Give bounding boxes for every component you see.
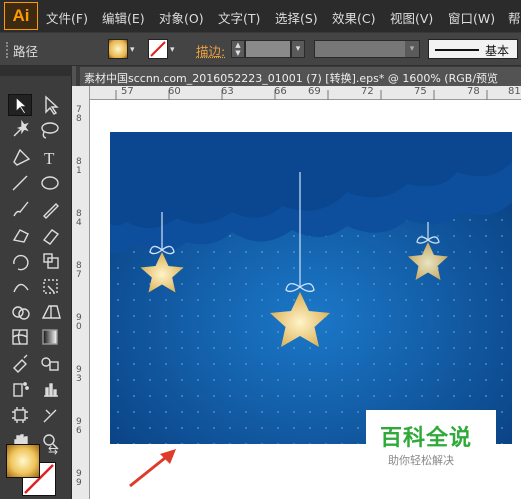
document-tab[interactable]: 素材中国sccnn.com_2016052223_01001 (7) [转换].… [80,67,521,86]
artboard-tool-icon[interactable] [12,407,28,423]
perspective-grid-tool-icon[interactable] [41,305,61,319]
tools-panel: T ⇆ [0,66,72,499]
watermark-title: 百科全说 [380,426,473,451]
menu-view[interactable]: 视图(V) [390,8,433,27]
ruler-tick-label: 81 [508,86,521,97]
gradient-tool-icon[interactable] [42,329,58,345]
eraser-tool-icon[interactable] [42,229,60,245]
ruler-tick-label: 69 [308,86,321,97]
brush-stroke-preview [435,49,479,51]
brush-name: 基本 [485,44,510,58]
menu-help[interactable]: 帮 [508,8,521,27]
vertical-ruler[interactable]: 78 81 84 87 90 93 96 99 [72,86,90,499]
ruler-tick-label: 99 [76,469,82,488]
ruler-ticks [115,90,488,100]
ruler-tick-label: 90 [76,313,82,332]
lasso-tool-icon[interactable] [41,122,59,139]
horizontal-ruler[interactable]: 57 60 63 66 69 72 75 78 81 [76,86,521,100]
column-graph-tool-icon[interactable] [44,383,58,397]
stroke-label[interactable]: 描边: [196,41,225,60]
blob-brush-tool-icon[interactable] [12,229,29,243]
paintbrush-tool-icon[interactable] [13,201,29,217]
menu-file[interactable]: 文件(F) [46,8,88,27]
menu-object[interactable]: 对象(O) [159,8,204,27]
watermark-subtitle: 助你轻松解决 [388,454,454,467]
tool-icons: T [12,95,61,450]
slice-tool-icon[interactable] [43,409,57,423]
ruler-tick-label: 60 [168,86,181,97]
ruler-tick-label: 84 [76,209,82,228]
ruler-tick-label: 87 [76,261,82,280]
pen-tool-icon[interactable] [13,148,31,166]
stroke-weight-stepper[interactable]: ▲ ▼ [231,40,245,58]
ruler-tick-label: 57 [121,86,134,97]
menu-select[interactable]: 选择(S) [275,8,318,27]
no-stroke-icon [150,41,166,57]
menu-type[interactable]: 文字(T) [218,8,260,27]
ruler-tick-label: 63 [221,86,234,97]
pencil-tool-icon[interactable] [43,203,59,219]
variable-width-profile-select[interactable]: ▾ [314,40,420,58]
ruler-tick-label: 72 [361,86,374,97]
symbol-sprayer-tool-icon[interactable] [13,382,29,397]
stroke-swatch[interactable] [148,39,168,59]
stroke-weight-dropdown-icon[interactable]: ▾ [291,40,305,58]
menu-window[interactable]: 窗口(W) [448,8,495,27]
chevron-down-icon: ▾ [405,41,419,57]
rotate-tool-icon[interactable] [13,254,29,271]
ruler-tick-label: 78 [467,86,480,97]
ellipse-tool-icon[interactable] [41,176,59,190]
menu-bar: Ai 文件(F) 编辑(E) 对象(O) 文字(T) 选择(S) 效果(C) 视… [0,0,521,32]
watermark: 百科全说 助你轻松解决 [366,410,496,472]
magic-wand-tool-icon[interactable] [13,119,29,137]
shape-builder-tool-icon[interactable] [12,306,30,320]
ruler-tick-label: 81 [76,157,82,176]
canvas-area[interactable]: 百科全说 助你轻松解决 [90,100,521,499]
type-tool-icon[interactable]: T [44,149,55,168]
app-logo: Ai [4,2,38,30]
ruler-tick-label: 75 [414,86,427,97]
line-tool-icon[interactable] [12,175,28,191]
menu-effect[interactable]: 效果(C) [332,8,375,27]
menu-edit[interactable]: 编辑(E) [102,8,145,27]
selection-type-label: 路径 [13,44,39,59]
brush-definition-select[interactable]: 基本 [428,39,518,59]
mesh-tool-icon[interactable] [12,329,28,345]
red-arrow-annotation [129,449,176,488]
document-tab-bar: 素材中国sccnn.com_2016052223_01001 (7) [转换].… [76,66,521,86]
eyedropper-tool-icon[interactable] [13,354,28,373]
ruler-tick-label: 93 [76,365,82,384]
fill-dropdown-icon[interactable]: ▾ [130,45,135,55]
artwork-night-sky[interactable] [110,132,512,444]
blend-tool-icon[interactable] [41,357,59,371]
ruler-tick-label: 96 [76,417,82,436]
fill-swatch[interactable] [108,39,128,59]
stroke-weight-input[interactable] [245,40,291,58]
panel-grip[interactable] [6,42,8,58]
width-tool-icon[interactable] [13,283,29,293]
swap-fill-stroke-icon[interactable]: ⇆ [48,443,58,457]
free-transform-tool-icon[interactable] [43,279,58,294]
selection-tool-icon[interactable] [15,95,29,115]
ruler-tick-label: 66 [274,86,287,97]
tools-panel-header[interactable] [0,66,72,76]
stroke-dropdown-icon[interactable]: ▾ [170,45,175,55]
control-bar: 路径 ▾ ▾ 描边: ▲ ▼ ▾ ▾ 基本 [0,32,521,66]
direct-selection-tool-icon[interactable] [45,95,59,115]
fill-color-box[interactable] [6,444,40,478]
ruler-tick-label: 78 [76,105,82,124]
scale-tool-icon[interactable] [43,253,59,269]
